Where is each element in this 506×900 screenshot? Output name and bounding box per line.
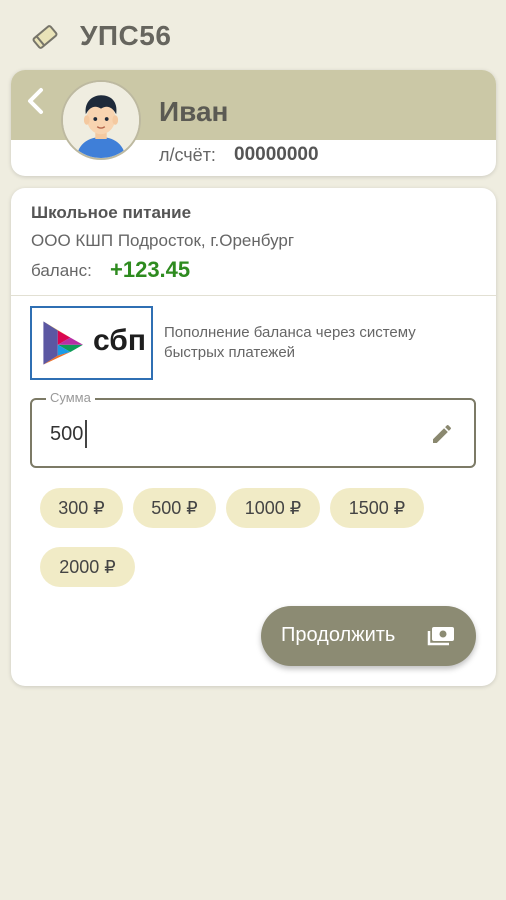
quick-amount-chip[interactable]: 2000 ₽ xyxy=(40,547,135,587)
user-card: Иван л/счёт: 00000000 xyxy=(11,70,496,176)
service-title: Школьное питание xyxy=(31,203,192,222)
app-bar: УПС56 xyxy=(0,0,506,76)
user-name: Иван xyxy=(159,96,229,127)
divider xyxy=(11,295,496,296)
sbp-logo: сбп xyxy=(30,306,153,380)
account-label: л/счёт: xyxy=(159,145,216,165)
app-title: УПС56 xyxy=(80,20,172,51)
amount-legend: Сумма xyxy=(46,390,95,405)
avatar xyxy=(61,80,141,160)
quick-amount-chip[interactable]: 1500 ₽ xyxy=(330,488,424,528)
service-organization: ООО КШП Подросток, г.Оренбург xyxy=(31,231,295,250)
text-caret xyxy=(85,420,87,448)
sbp-description: Пополнение баланса через систему быстрых… xyxy=(164,324,416,361)
pencil-icon[interactable] xyxy=(430,422,454,446)
amount-input[interactable] xyxy=(50,420,410,448)
sbp-triangle-icon xyxy=(43,321,83,365)
quick-amount-chip[interactable]: 500 ₽ xyxy=(133,488,216,528)
cash-icon xyxy=(427,627,454,646)
balance-label: баланс: xyxy=(31,261,92,280)
sbp-logo-text: сбп xyxy=(93,324,146,357)
amount-field[interactable]: Сумма xyxy=(30,390,476,468)
quick-amount-chip[interactable]: 1000 ₽ xyxy=(226,488,320,528)
boy-avatar-icon xyxy=(63,82,139,158)
card-tag-icon xyxy=(32,25,58,49)
account-value: 00000000 xyxy=(234,144,319,165)
payment-card: Школьное питание ООО КШП Подросток, г.Ор… xyxy=(11,188,496,686)
quick-amount-chip[interactable]: 300 ₽ xyxy=(40,488,123,528)
chevron-left-icon[interactable] xyxy=(23,84,49,118)
continue-button[interactable]: Продолжить xyxy=(261,606,476,666)
balance-value: +123.45 xyxy=(110,257,191,282)
continue-label: Продолжить xyxy=(281,624,396,646)
